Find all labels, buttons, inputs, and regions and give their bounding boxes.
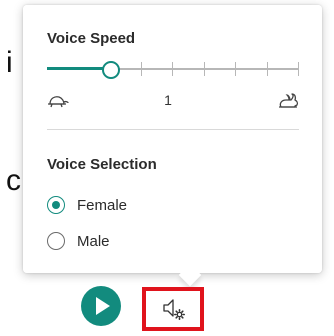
- radio-label-male: Male: [77, 233, 110, 250]
- radio-button-female[interactable]: [47, 196, 65, 214]
- turtle-icon: [48, 96, 69, 108]
- section-divider: [47, 129, 299, 130]
- slider-tick: [235, 62, 236, 76]
- background-text-line1: i: [6, 46, 13, 79]
- radio-selected-dot: [52, 201, 60, 209]
- voice-speed-value: 1: [164, 92, 172, 108]
- slider-tick: [204, 62, 205, 76]
- background-text-line2: c: [6, 164, 21, 197]
- popup-body: Voice Speed 1 Voice Selection Female Mal…: [23, 5, 322, 273]
- voice-selection-title: Voice Selection: [47, 156, 157, 173]
- radio-label-female: Female: [77, 197, 128, 214]
- slider-thumb[interactable]: [102, 61, 120, 79]
- slider-fill: [47, 67, 110, 70]
- slider-tick: [141, 62, 142, 76]
- radio-button-male[interactable]: [47, 232, 65, 250]
- play-icon: [96, 297, 110, 315]
- speaker-gear-icon: [163, 299, 186, 321]
- play-button[interactable]: [81, 286, 121, 326]
- slider-tick: [267, 62, 268, 76]
- slider-tick: [172, 62, 173, 76]
- voice-settings-button[interactable]: [142, 287, 204, 331]
- slider-tick: [298, 62, 299, 76]
- voice-speed-title: Voice Speed: [47, 30, 136, 47]
- voice-speed-slider[interactable]: [47, 61, 299, 79]
- voice-settings-popup: Voice Speed 1 Voice Selection Female Mal…: [23, 5, 322, 287]
- rabbit-icon: [279, 93, 299, 108]
